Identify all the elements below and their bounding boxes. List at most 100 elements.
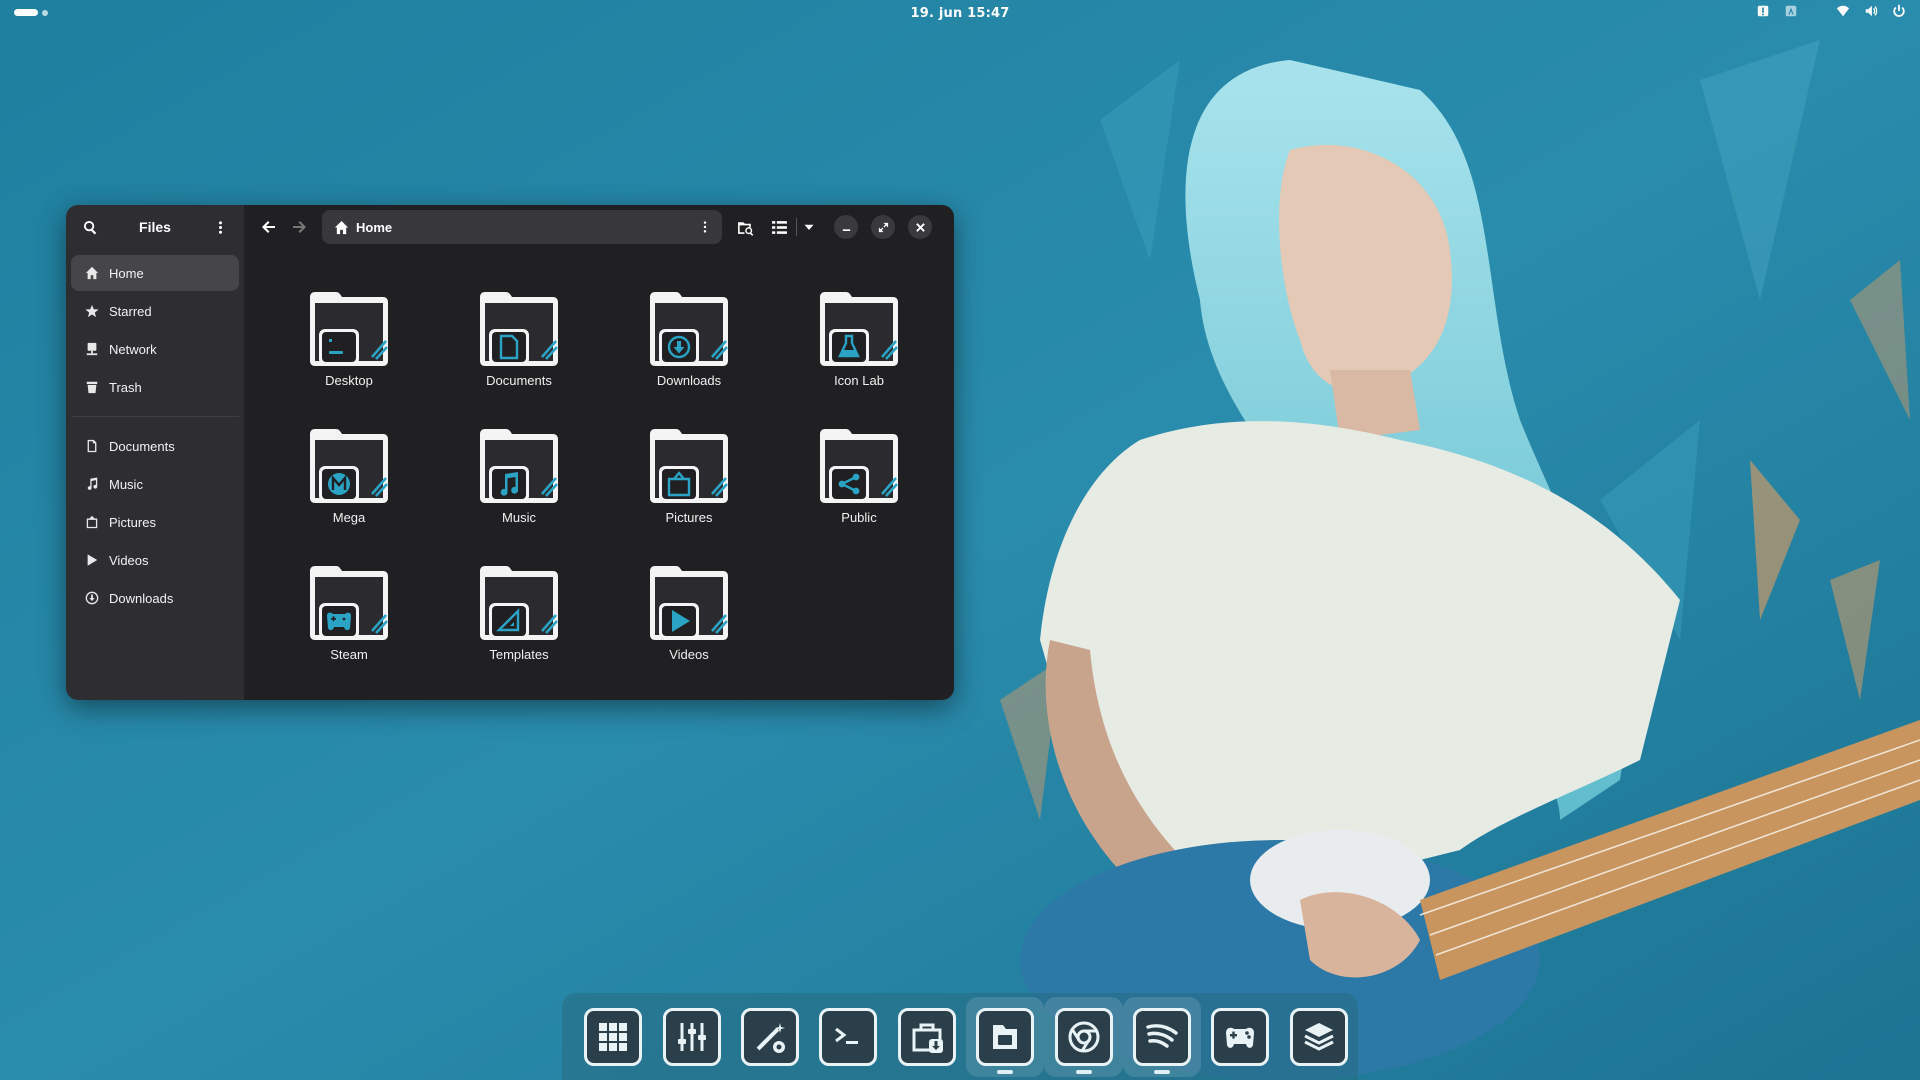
trash-icon bbox=[86, 381, 98, 394]
games-icon bbox=[1211, 1007, 1270, 1066]
running-indicator bbox=[1154, 1069, 1171, 1074]
sidebar-item-label: Starred bbox=[109, 303, 152, 319]
forward-button[interactable] bbox=[284, 212, 314, 242]
path-menu-button[interactable] bbox=[698, 220, 712, 234]
folder-label: Public bbox=[841, 510, 877, 525]
dock-app-terminal[interactable] bbox=[809, 997, 887, 1077]
list-view-button[interactable] bbox=[762, 212, 796, 242]
chrome-icon bbox=[1054, 1007, 1113, 1066]
dock-app-layers[interactable] bbox=[1280, 997, 1358, 1077]
sidebar-item-label: Music bbox=[109, 476, 143, 492]
search-icon bbox=[83, 220, 96, 235]
folder-share-icon bbox=[816, 426, 902, 506]
app-grid-icon bbox=[584, 1007, 643, 1066]
files-icon bbox=[976, 1007, 1035, 1066]
sidebar-item-label: Home bbox=[109, 265, 144, 281]
layers-icon bbox=[1289, 1007, 1348, 1066]
software-icon bbox=[897, 1007, 956, 1066]
folder-item[interactable]: Steam bbox=[264, 563, 434, 700]
sidebar-item-downloads[interactable]: Downloads bbox=[71, 580, 239, 616]
sidebar-item-home[interactable]: Home bbox=[71, 255, 239, 291]
sidebar-item-videos[interactable]: Videos bbox=[71, 542, 239, 578]
maximize-icon bbox=[878, 222, 888, 232]
sidebar-item-label: Pictures bbox=[109, 514, 156, 530]
dock-app-software[interactable] bbox=[888, 997, 966, 1077]
sidebar-item-music[interactable]: Music bbox=[71, 466, 239, 502]
power-icon[interactable] bbox=[1892, 4, 1906, 18]
search-in-folder-button[interactable] bbox=[728, 212, 762, 242]
home-icon bbox=[334, 220, 349, 235]
keyboard-icon[interactable] bbox=[1784, 4, 1798, 18]
notification-icon[interactable] bbox=[1756, 4, 1770, 18]
folder-item[interactable]: Public bbox=[774, 426, 944, 563]
app-title: Files bbox=[139, 219, 171, 235]
folder-item[interactable]: Icon Lab bbox=[774, 289, 944, 426]
search-button[interactable] bbox=[80, 217, 100, 237]
chevron-down-icon bbox=[804, 224, 814, 230]
folder-item[interactable]: Videos bbox=[604, 563, 774, 700]
folder-grid: Desktop Documents Downloads Icon Lab Mega Mus… bbox=[244, 249, 954, 700]
folder-item[interactable]: Templates bbox=[434, 563, 604, 700]
path-bar[interactable]: Home bbox=[322, 210, 722, 244]
sidebar-item-documents[interactable]: Documents bbox=[71, 428, 239, 464]
sidebar-item-trash[interactable]: Trash bbox=[71, 369, 239, 405]
workspace-dot[interactable] bbox=[42, 9, 48, 16]
view-toggle-group bbox=[762, 212, 821, 242]
sidebar-item-label: Downloads bbox=[109, 590, 174, 606]
sidebar-item-starred[interactable]: Starred bbox=[71, 293, 239, 329]
dock-app-chrome[interactable] bbox=[1044, 996, 1123, 1077]
main-menu-button[interactable] bbox=[210, 217, 230, 237]
kebab-menu-icon bbox=[703, 221, 707, 233]
dock-app-mixer[interactable] bbox=[652, 997, 730, 1077]
volume-icon[interactable] bbox=[1864, 4, 1878, 18]
folder-item[interactable]: Mega bbox=[264, 426, 434, 563]
maximize-button[interactable] bbox=[871, 215, 895, 239]
dock-app-app-grid[interactable] bbox=[574, 997, 652, 1077]
wifi-icon[interactable] bbox=[1836, 4, 1850, 18]
dock-app-files[interactable] bbox=[966, 996, 1045, 1077]
sidebar-item-pictures[interactable]: Pictures bbox=[71, 504, 239, 540]
sidebar-item-label: Network bbox=[109, 341, 157, 357]
clock[interactable]: 19. jun 15:47 bbox=[910, 6, 1009, 21]
close-button[interactable] bbox=[908, 215, 932, 239]
folder-mega-icon bbox=[306, 426, 392, 506]
folder-item[interactable]: Documents bbox=[434, 289, 604, 426]
back-button[interactable] bbox=[254, 212, 284, 242]
download-icon bbox=[85, 591, 99, 605]
dock bbox=[562, 993, 1358, 1080]
spotify-icon bbox=[1133, 1007, 1192, 1066]
folder-item[interactable]: Desktop bbox=[264, 289, 434, 426]
path-label: Home bbox=[356, 219, 393, 235]
home-icon bbox=[85, 266, 99, 280]
network-icon bbox=[86, 342, 98, 356]
dock-app-games[interactable] bbox=[1201, 997, 1279, 1077]
dock-app-tweaks[interactable] bbox=[731, 997, 809, 1077]
top-bar: 19. jun 15:47 bbox=[0, 0, 1920, 26]
workspace-active-pill[interactable] bbox=[14, 9, 38, 16]
folder-label: Downloads bbox=[656, 373, 722, 388]
minimize-button[interactable] bbox=[834, 215, 858, 239]
header-bar: Home bbox=[244, 205, 954, 249]
picture-icon bbox=[86, 515, 98, 529]
folder-terminal-icon bbox=[306, 289, 392, 369]
sidebar-item-label: Videos bbox=[109, 552, 149, 568]
sidebar-item-label: Trash bbox=[109, 379, 142, 395]
view-options-button[interactable] bbox=[797, 212, 821, 242]
arrow-right-icon bbox=[293, 221, 306, 233]
close-icon bbox=[915, 222, 925, 232]
dock-app-spotify[interactable] bbox=[1122, 996, 1202, 1077]
sidebar-item-label: Documents bbox=[109, 438, 175, 454]
folder-gamepad-icon bbox=[306, 563, 392, 643]
folder-item[interactable]: Downloads bbox=[604, 289, 774, 426]
folder-item[interactable]: Pictures bbox=[604, 426, 774, 563]
folder-label: Desktop bbox=[325, 373, 373, 388]
system-tray[interactable] bbox=[1756, 4, 1906, 18]
document-icon bbox=[87, 439, 97, 453]
folder-label: Icon Lab bbox=[834, 373, 884, 388]
kebab-menu-icon bbox=[218, 220, 222, 234]
mixer-icon bbox=[662, 1007, 721, 1066]
folder-item[interactable]: Music bbox=[434, 426, 604, 563]
folder-label: Music bbox=[502, 510, 536, 525]
activities-indicator[interactable] bbox=[14, 9, 48, 16]
sidebar-item-network[interactable]: Network bbox=[71, 331, 239, 367]
